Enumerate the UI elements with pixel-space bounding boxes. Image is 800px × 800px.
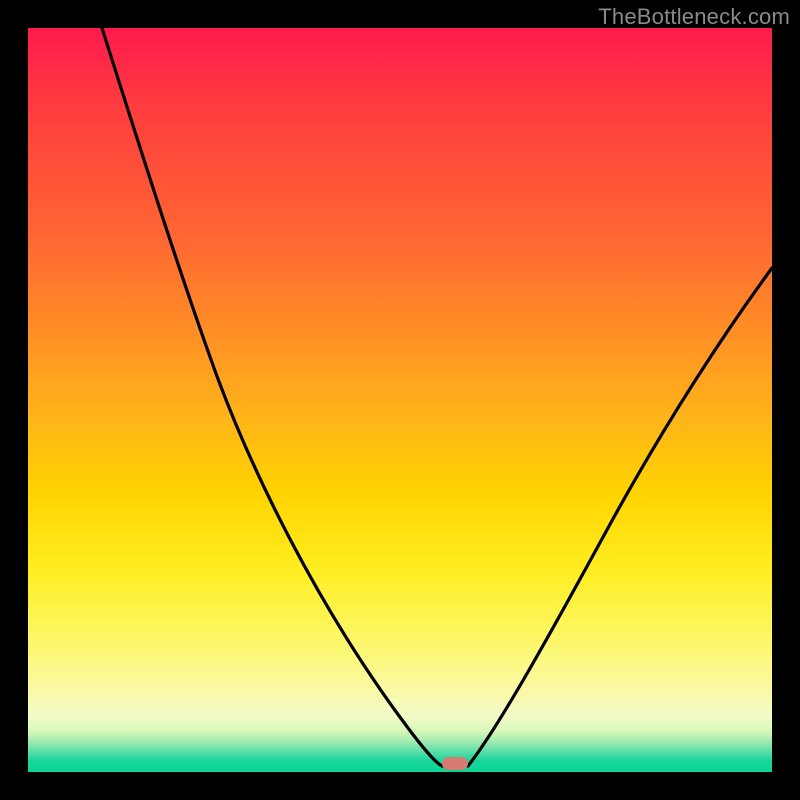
bottleneck-curve [28,28,772,772]
curve-path [102,28,772,766]
valley-marker [442,757,468,770]
chart-frame: TheBottleneck.com [0,0,800,800]
watermark-text: TheBottleneck.com [598,4,790,30]
plot-area [28,28,772,772]
